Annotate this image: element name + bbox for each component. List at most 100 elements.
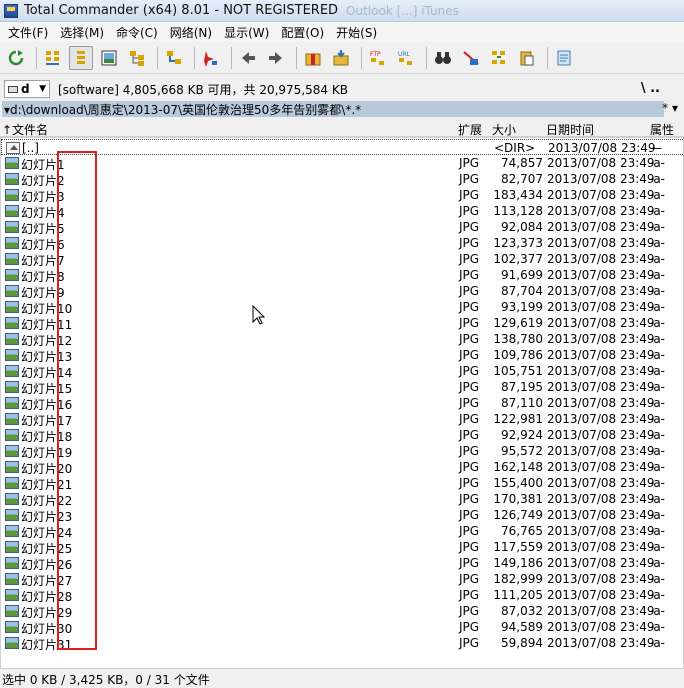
tree-view-button[interactable] (125, 46, 149, 70)
toolbar-separator (547, 46, 548, 69)
file-row[interactable]: 幻灯片25 JPG 117,559 2013/07/08 23:49 -a- (1, 539, 683, 556)
file-row[interactable]: 幻灯片10 JPG 93,199 2013/07/08 23:49 -a- (1, 299, 683, 316)
file-attr: -a- (649, 364, 666, 378)
unpack-button[interactable] (329, 46, 353, 70)
search-button[interactable] (431, 46, 455, 70)
root-parent-buttons[interactable]: \ .. (641, 81, 660, 96)
menu-file[interactable]: 文件(F) (2, 24, 54, 41)
menu-select[interactable]: 选择(M) (54, 24, 110, 41)
file-row[interactable]: 幻灯片11 JPG 129,619 2013/07/08 23:49 -a- (1, 315, 683, 332)
path-filter[interactable]: * ▾ (662, 101, 678, 115)
file-ext: JPG (459, 204, 480, 218)
refresh-button[interactable] (4, 46, 28, 70)
file-ext: JPG (459, 252, 480, 266)
file-attr: -a- (649, 604, 666, 618)
file-size: 91,699 (501, 268, 543, 282)
notepad-button[interactable] (552, 46, 576, 70)
drive-select[interactable]: d ▼ (4, 80, 50, 98)
current-path[interactable]: ▾d:\download\周惠定\2013-07\英国伦敦治理50多年告别雾都\… (2, 101, 664, 117)
file-row[interactable]: 幻灯片7 JPG 102,377 2013/07/08 23:49 -a- (1, 251, 683, 268)
file-row[interactable]: 幻灯片19 JPG 95,572 2013/07/08 23:49 -a- (1, 443, 683, 460)
file-row[interactable]: 幻灯片31 JPG 59,894 2013/07/08 23:49 -a- (1, 635, 683, 652)
file-ext: JPG (459, 508, 480, 522)
thumbnail-view-button[interactable] (97, 46, 121, 70)
file-attr: -a- (649, 508, 666, 522)
file-date: 2013/07/08 23:49 (547, 508, 655, 522)
file-ext: JPG (459, 380, 480, 394)
file-row[interactable]: 幻灯片6 JPG 123,373 2013/07/08 23:49 -a- (1, 235, 683, 252)
file-row[interactable]: 幻灯片2 JPG 82,707 2013/07/08 23:49 -a- (1, 171, 683, 188)
file-date: 2013/07/08 23:49 (547, 220, 655, 234)
image-file-icon (5, 205, 19, 217)
file-date: 2013/07/08 23:49 (547, 540, 655, 554)
parent-dir-row[interactable]: [..] <DIR> 2013/07/08 23:49 — (1, 139, 683, 155)
menu-start[interactable]: 开始(S) (330, 24, 383, 41)
arrow-right-icon (269, 51, 282, 64)
file-row[interactable]: 幻灯片29 JPG 87,032 2013/07/08 23:49 -a- (1, 603, 683, 620)
file-row[interactable]: 幻灯片28 JPG 111,205 2013/07/08 23:49 -a- (1, 587, 683, 604)
file-attr: -a- (649, 396, 666, 410)
menu-network[interactable]: 网络(N) (164, 24, 218, 41)
ftp-button[interactable]: FTP (366, 46, 390, 70)
file-row[interactable]: 幻灯片15 JPG 87,195 2013/07/08 23:49 -a- (1, 379, 683, 396)
brief-view-button[interactable] (41, 46, 65, 70)
file-row[interactable]: 幻灯片5 JPG 92,084 2013/07/08 23:49 -a- (1, 219, 683, 236)
background-window-title: Outlook [...] iTunes (346, 3, 459, 18)
chevron-down-icon: ▼ (39, 84, 46, 94)
pack-button[interactable] (301, 46, 325, 70)
menu-config[interactable]: 配置(O) (275, 24, 330, 41)
column-ext[interactable]: 扩展 (458, 121, 482, 138)
file-date: 2013/07/08 23:49 (547, 476, 655, 490)
file-ext: JPG (459, 556, 480, 570)
file-ext: JPG (459, 428, 480, 442)
network-button[interactable] (162, 46, 186, 70)
file-row[interactable]: 幻灯片18 JPG 92,924 2013/07/08 23:49 -a- (1, 427, 683, 444)
full-view-button[interactable] (69, 45, 93, 70)
file-attr: -a- (649, 156, 666, 170)
file-row[interactable]: 幻灯片14 JPG 105,751 2013/07/08 23:49 -a- (1, 363, 683, 380)
file-row[interactable]: 幻灯片20 JPG 162,148 2013/07/08 23:49 -a- (1, 459, 683, 476)
back-button[interactable] (236, 46, 260, 70)
file-ext: JPG (459, 332, 480, 346)
forward-button[interactable] (264, 46, 288, 70)
file-row[interactable]: 幻灯片21 JPG 155,400 2013/07/08 23:49 -a- (1, 475, 683, 492)
invert-selection-button[interactable] (199, 46, 223, 70)
sync-button[interactable] (487, 46, 511, 70)
column-date[interactable]: 日期时间 (546, 121, 594, 138)
column-name[interactable]: ↑文件名 (2, 121, 48, 138)
file-row[interactable]: 幻灯片3 JPG 183,434 2013/07/08 23:49 -a- (1, 187, 683, 204)
file-row[interactable]: 幻灯片26 JPG 149,186 2013/07/08 23:49 -a- (1, 555, 683, 572)
image-file-icon (5, 605, 19, 617)
file-row[interactable]: 幻灯片22 JPG 170,381 2013/07/08 23:49 -a- (1, 491, 683, 508)
file-row[interactable]: 幻灯片16 JPG 87,110 2013/07/08 23:49 -a- (1, 395, 683, 412)
arrow-left-icon (242, 51, 255, 64)
copy-names-button[interactable] (515, 46, 539, 70)
file-row[interactable]: 幻灯片12 JPG 138,780 2013/07/08 23:49 -a- (1, 331, 683, 348)
file-ext: JPG (459, 476, 480, 490)
rename-button[interactable] (459, 46, 483, 70)
file-row[interactable]: 幻灯片17 JPG 122,981 2013/07/08 23:49 -a- (1, 411, 683, 428)
file-row[interactable]: 幻灯片24 JPG 76,765 2013/07/08 23:49 -a- (1, 523, 683, 540)
column-attr[interactable]: 属性 (650, 121, 674, 138)
file-row[interactable]: 幻灯片30 JPG 94,589 2013/07/08 23:49 -a- (1, 619, 683, 636)
column-size[interactable]: 大小 (492, 121, 516, 138)
file-row[interactable]: 幻灯片13 JPG 109,786 2013/07/08 23:49 -a- (1, 347, 683, 364)
image-file-icon (5, 621, 19, 633)
menu-command[interactable]: 命令(C) (110, 24, 164, 41)
menu-view[interactable]: 显示(W) (218, 24, 275, 41)
file-row[interactable]: 幻灯片23 JPG 126,749 2013/07/08 23:49 -a- (1, 507, 683, 524)
file-attr: -a- (649, 268, 666, 282)
file-row[interactable]: 幻灯片1 JPG 74,857 2013/07/08 23:49 -a- (1, 155, 683, 172)
file-row[interactable]: 幻灯片27 JPG 182,999 2013/07/08 23:49 -a- (1, 571, 683, 588)
file-row[interactable]: 幻灯片4 JPG 113,128 2013/07/08 23:49 -a- (1, 203, 683, 220)
file-date: 2013/07/08 23:49 (547, 428, 655, 442)
image-file-icon (5, 349, 19, 361)
star-select-icon (204, 50, 217, 67)
file-row[interactable]: 幻灯片9 JPG 87,704 2013/07/08 23:49 -a- (1, 283, 683, 300)
file-date: 2013/07/08 23:49 (547, 316, 655, 330)
file-ext: JPG (459, 588, 480, 602)
file-list[interactable]: [..] <DIR> 2013/07/08 23:49 — 幻灯片1 JPG 74,… (0, 137, 684, 669)
url-button[interactable]: URL (394, 46, 418, 70)
image-file-icon (5, 157, 19, 169)
file-row[interactable]: 幻灯片8 JPG 91,699 2013/07/08 23:49 -a- (1, 267, 683, 284)
